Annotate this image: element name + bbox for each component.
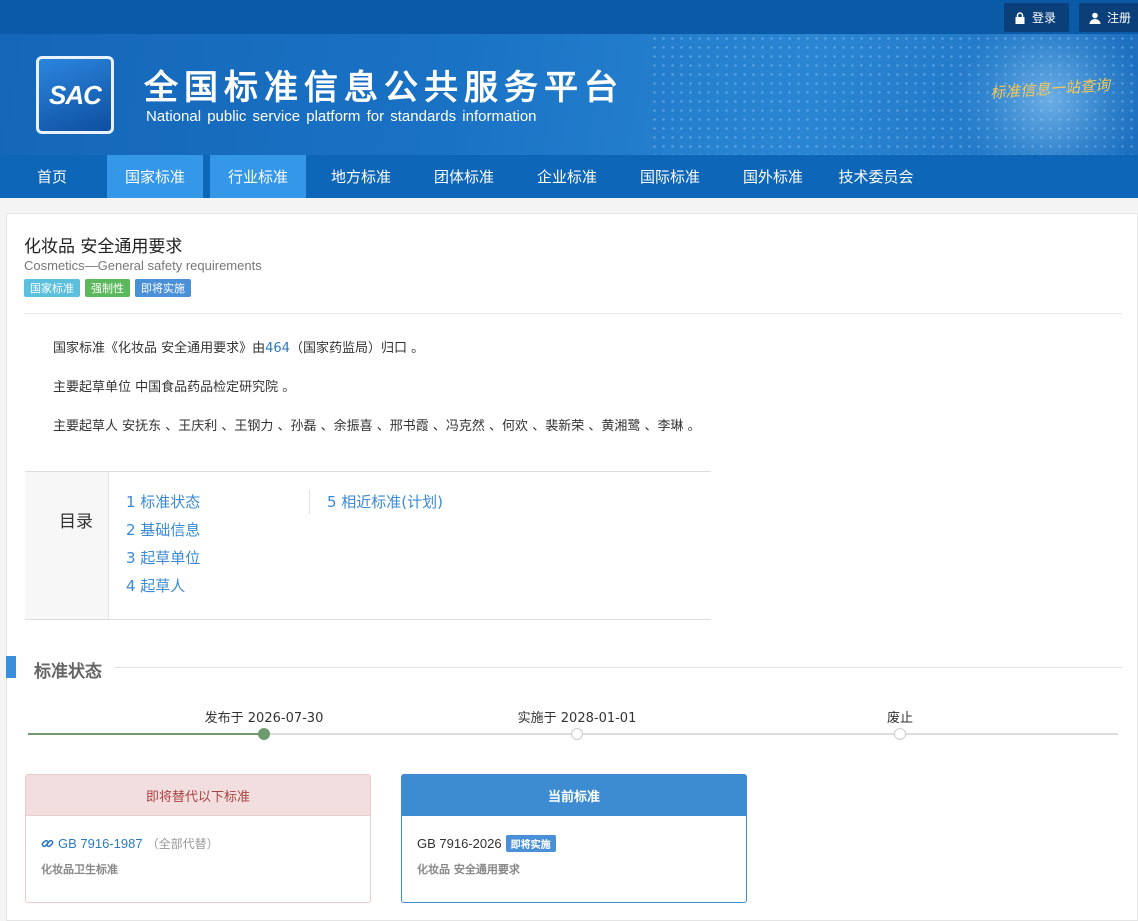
nav-local-standards[interactable]: 地方标准 — [313, 155, 409, 198]
site-banner: SAC 全国标准信息公共服务平台 National public service… — [0, 34, 1138, 155]
link-icon — [41, 839, 54, 848]
responsible-committee: 国家标准《化妆品 安全通用要求》由464（国家药监局）归口 。 — [53, 337, 424, 356]
section-marker — [6, 656, 16, 678]
register-label: 注册 — [1107, 11, 1132, 25]
timeline-dot-abolished — [894, 728, 906, 740]
current-standard-card: 当前标准 GB 7916-2026 即将实施 化妆品 安全通用要求 — [401, 774, 747, 903]
top-strip: 登录 注册 — [0, 0, 1138, 34]
timeline-label-abolished: 废止 — [886, 711, 914, 726]
toc-label: 目录 — [59, 512, 93, 532]
drafting-unit: 主要起草单位 中国食品药品检定研究院 。 — [53, 380, 296, 395]
toc-item-status[interactable]: 1 标准状态 — [126, 491, 200, 512]
current-standard: GB 7916-2026 即将实施 — [417, 835, 556, 852]
current-standard-code: GB 7916-2026 — [417, 836, 502, 851]
timeline-dot-effective — [571, 728, 583, 740]
toc-item-drafting-unit[interactable]: 3 起草单位 — [126, 547, 200, 568]
nav-industry-standards[interactable]: 行业标准 — [210, 155, 306, 198]
committee-link[interactable]: 464 — [265, 341, 290, 356]
tag-national: 国家标准 — [24, 279, 80, 297]
standard-tags: 国家标准 强制性 即将实施 — [24, 279, 191, 297]
lock-icon — [1015, 11, 1025, 24]
toc-separator — [309, 490, 310, 514]
toc-label-column: 目录 — [25, 472, 109, 619]
timeline-dot-published — [258, 728, 270, 740]
nav-home[interactable]: 首页 — [16, 155, 88, 198]
nav-national-standards[interactable]: 国家标准 — [107, 155, 203, 198]
section-title-status: 标准状态 — [34, 662, 102, 682]
tag-upcoming: 即将实施 — [135, 279, 191, 297]
login-button[interactable]: 登录 — [1004, 3, 1069, 32]
status-badge: 即将实施 — [505, 835, 556, 852]
nav-foreign-standards[interactable]: 国外标准 — [725, 155, 821, 198]
desc-prefix: 国家标准《化妆品 安全通用要求》由 — [53, 341, 266, 356]
replaced-standard-name: 化妆品卫生标准 — [41, 863, 118, 876]
section-divider — [114, 667, 1122, 668]
user-icon — [1089, 12, 1101, 24]
sac-logo[interactable]: SAC — [36, 56, 114, 134]
replace-note: （全部代替） — [146, 837, 219, 851]
drafters: 主要起草人 安抚东 、王庆利 、王钢力 、孙磊 、余振喜 、邢书霞 、冯克然 、… — [53, 419, 701, 434]
nav-technical-committees[interactable]: 技术委员会 — [828, 155, 924, 198]
current-standard-name: 化妆品 安全通用要求 — [417, 863, 520, 876]
tag-mandatory: 强制性 — [85, 279, 130, 297]
timeline-label-effective: 实施于 2028-01-01 — [517, 711, 637, 726]
site-title: 全国标准信息公共服务平台 — [144, 68, 624, 108]
timeline-progress — [28, 733, 264, 735]
current-card-header: 当前标准 — [402, 775, 746, 816]
toc-item-basic-info[interactable]: 2 基础信息 — [126, 519, 200, 540]
replaces-card-header: 即将替代以下标准 — [26, 775, 370, 816]
nav-group-standards[interactable]: 团体标准 — [416, 155, 512, 198]
replaced-standard: GB 7916-1987 （全部代替） — [41, 835, 219, 852]
toc-item-drafters[interactable]: 4 起草人 — [126, 575, 185, 596]
login-label: 登录 — [1032, 11, 1057, 25]
standard-title: 化妆品 安全通用要求 — [24, 237, 183, 257]
timeline-label-published: 发布于 2026-07-30 — [204, 711, 324, 726]
register-button[interactable]: 注册 — [1079, 3, 1138, 32]
site-subtitle: National public service platform for sta… — [146, 108, 537, 125]
replaced-standard-link[interactable]: GB 7916-1987 — [58, 836, 143, 851]
nav-international-standards[interactable]: 国际标准 — [622, 155, 718, 198]
standard-title-en: Cosmetics—General safety requirements — [24, 258, 262, 273]
nav-enterprise-standards[interactable]: 企业标准 — [519, 155, 615, 198]
toc-item-similar-standards[interactable]: 5 相近标准(计划) — [327, 491, 443, 512]
table-of-contents: 目录 1 标准状态 2 基础信息 3 起草单位 4 起草人 5 相近标准(计划) — [25, 471, 711, 620]
divider — [24, 313, 1122, 314]
replaces-card: 即将替代以下标准 GB 7916-1987 （全部代替） 化妆品卫生标准 — [25, 774, 371, 903]
desc-suffix: （国家药监局）归口 。 — [289, 341, 425, 356]
main-nav: 首页 国家标准 行业标准 地方标准 团体标准 企业标准 国际标准 国外标准 技术… — [0, 155, 1138, 198]
logo-text: SAC — [49, 79, 102, 110]
